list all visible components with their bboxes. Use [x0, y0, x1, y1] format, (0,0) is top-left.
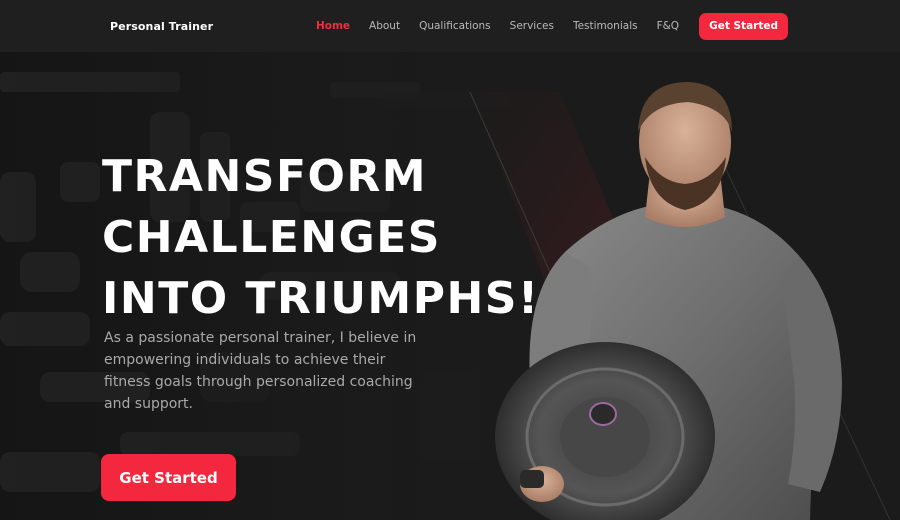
hero-title-line-3: INTO TRIUMPHS!: [102, 273, 540, 324]
nav-link-services[interactable]: Services: [510, 20, 554, 32]
nav-link-home[interactable]: Home: [316, 20, 350, 32]
hero-title-line-1: TRANSFORM: [102, 151, 428, 202]
nav-link-qualifications[interactable]: Qualifications: [419, 20, 491, 32]
hero-title: TRANSFORM CHALLENGES INTO TRIUMPHS!: [102, 146, 540, 329]
hero-section: TRANSFORM CHALLENGES INTO TRIUMPHS! As a…: [0, 52, 900, 520]
nav-link-faq[interactable]: F&Q: [657, 20, 680, 32]
nav-get-started-button[interactable]: Get Started: [699, 12, 788, 40]
nav-links: Home About Qualifications Services Testi…: [316, 12, 788, 40]
navbar: Personal Trainer Home About Qualificatio…: [0, 0, 900, 52]
nav-link-testimonials[interactable]: Testimonials: [573, 20, 638, 32]
hero-description: As a passionate personal trainer, I beli…: [104, 330, 417, 412]
brand-logo[interactable]: Personal Trainer: [110, 20, 213, 33]
trainer-holding-weight-plate-photo: [495, 82, 842, 520]
hero-title-line-2: CHALLENGES: [102, 212, 441, 263]
hero-get-started-button[interactable]: Get Started: [101, 454, 236, 501]
nav-link-about[interactable]: About: [369, 20, 400, 32]
